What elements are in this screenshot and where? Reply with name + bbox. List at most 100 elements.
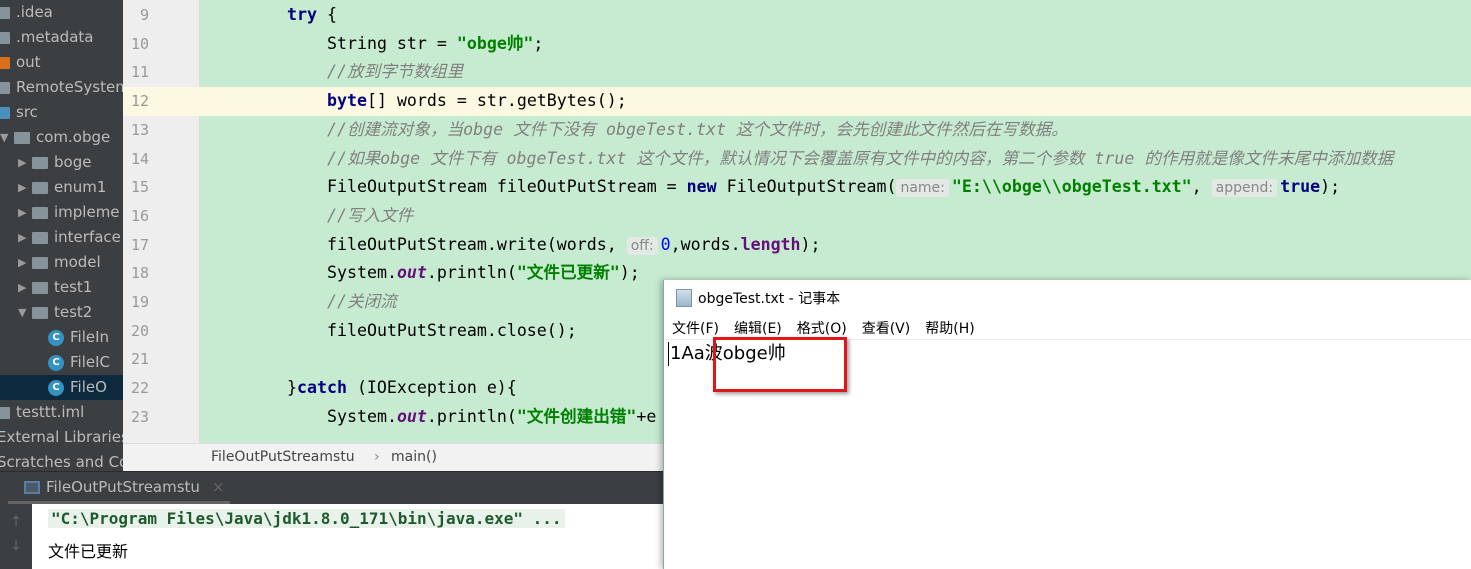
code-text: //如果obge 文件下有 obgeTest.txt 这个文件，默认情况下会覆盖… <box>327 145 1393 174</box>
collapse-arrow-icon[interactable]: ▶ <box>18 275 32 300</box>
tree-item[interactable]: testtt.iml <box>0 400 84 425</box>
collapse-arrow-icon[interactable]: ▶ <box>18 150 32 175</box>
code-token: ); <box>1320 177 1341 197</box>
notepad-title-bar: obgeTest.txt - 记事本 <box>676 288 840 308</box>
tree-item[interactable]: ▼ com.obge <box>0 125 110 150</box>
tree-item[interactable]: ▶ model <box>18 250 101 275</box>
tree-item-label: testtt.iml <box>16 403 85 421</box>
code-token: ); <box>619 263 640 283</box>
collapse-arrow-icon[interactable]: ▶ <box>18 250 32 275</box>
folder-icon <box>0 6 10 19</box>
collapse-arrow-icon[interactable]: ▶ <box>18 200 32 225</box>
code-text: fileOutPutStream.close(); <box>327 317 577 346</box>
code-token: fileOutPutStream.write(words, <box>327 234 627 254</box>
code-text: byte[] words = str.getBytes(); <box>327 87 627 116</box>
tree-item[interactable]: C FileIn <box>48 325 109 350</box>
code-token: "文件已更新" <box>516 263 620 283</box>
tree-item[interactable]: .metadata <box>0 25 93 50</box>
code-token: //如果obge 文件下有 obgeTest.txt 这个文件，默认情况下会覆盖… <box>327 148 1394 168</box>
tree-item[interactable]: RemoteSystem <box>0 75 123 100</box>
tree-item[interactable]: ▶ test1 <box>18 275 92 300</box>
tree-item-label: FileIn <box>70 328 110 346</box>
code-token: "obge帅" <box>456 33 534 53</box>
notepad-menu-item[interactable]: 查看(V) <box>854 318 918 339</box>
breadcrumb-method[interactable]: main() <box>391 444 437 471</box>
tree-item[interactable]: ▶ interface <box>18 225 121 250</box>
tree-item[interactable]: ▶ boge <box>18 150 91 175</box>
code-token: //写入文件 <box>327 205 414 225</box>
tree-item[interactable]: ▶ impleme <box>18 200 120 225</box>
scroll-up-icon[interactable]: ↑ <box>0 514 32 530</box>
file-icon <box>0 406 10 419</box>
notepad-icon <box>676 289 692 307</box>
code-token: System. <box>327 406 397 426</box>
tree-item-label: External Libraries <box>0 428 123 446</box>
tree-item[interactable]: C FileO <box>0 375 123 400</box>
code-token: true <box>1280 177 1321 197</box>
code-token: try <box>287 5 317 24</box>
notepad-window[interactable]: obgeTest.txt - 记事本 文件(F) 编辑(E) 格式(O) 查看(V) 帮… <box>663 280 1471 569</box>
code-text: //关闭流 <box>327 288 397 317</box>
tree-item-label: .idea <box>16 3 53 21</box>
folder-icon <box>32 306 48 319</box>
code-line: 12 byte[] words = str.getBytes(); <box>123 87 1471 116</box>
code-line: 9 try { <box>123 1 1471 30</box>
tree-item[interactable]: out <box>0 50 41 75</box>
code-text: FileOutputStream fileOutPutStream = new … <box>327 173 1340 203</box>
folder-icon <box>14 131 30 144</box>
notepad-menu-item[interactable]: 格式(O) <box>789 318 854 339</box>
tree-item[interactable]: External Libraries <box>0 425 123 450</box>
console-command-line: "C:\Program Files\Java\jdk1.8.0_171\bin\… <box>48 509 565 528</box>
code-token: String str = <box>327 33 457 53</box>
code-line: 16 //写入文件 <box>123 202 1471 231</box>
collapse-arrow-icon[interactable]: ▶ <box>18 175 32 200</box>
console-icon <box>24 480 40 494</box>
run-tab[interactable]: FileOutPutStreamstu × <box>24 472 225 502</box>
line-number: 16 <box>130 206 149 225</box>
folder-icon <box>0 81 10 94</box>
line-number: 22 <box>130 379 149 398</box>
notepad-menu-item[interactable]: 帮助(H) <box>917 318 981 339</box>
tree-item[interactable]: C FileIC <box>48 350 110 375</box>
breadcrumb-separator: › <box>374 449 380 465</box>
tree-item-label: FileO <box>70 378 107 396</box>
notepad-menu-item[interactable]: 文件(F) <box>664 318 726 339</box>
console-output-line: 文件已更新 <box>48 542 129 561</box>
line-number: 19 <box>130 293 149 311</box>
code-token: "文件创建出错" <box>516 406 637 426</box>
folder-icon <box>32 281 48 294</box>
folder-icon <box>0 106 10 119</box>
breadcrumb-class[interactable]: FileOutPutStreamstu <box>211 444 355 471</box>
code-token: length <box>740 234 801 254</box>
folder-icon <box>0 31 10 44</box>
code-token: byte <box>327 91 367 111</box>
tree-item-label: RemoteSystem <box>16 78 123 96</box>
collapse-arrow-icon[interactable]: ▶ <box>18 225 32 250</box>
tree-item[interactable]: .idea <box>0 0 53 25</box>
code-token: //创建流对象，当obge 文件下没有 obgeTest.txt 这个文件时，会… <box>327 119 1068 139</box>
expand-arrow-icon[interactable]: ▼ <box>0 125 14 150</box>
tree-item-label: test2 <box>54 303 93 321</box>
scroll-down-icon[interactable]: ↓ <box>0 538 32 554</box>
code-line: 13 //创建流对象，当obge 文件下没有 obgeTest.txt 这个文件时… <box>123 116 1471 145</box>
tree-item-label: out <box>16 53 41 71</box>
tree-item-label: com.obge <box>36 128 111 146</box>
line-number: 13 <box>130 120 149 139</box>
tree-item[interactable]: src <box>0 100 38 125</box>
line-number: 17 <box>130 235 149 254</box>
code-token: } <box>287 378 297 398</box>
tree-item[interactable]: ▶ enum1 <box>18 175 106 200</box>
folder-icon <box>32 256 48 269</box>
parameter-hint: off: <box>626 236 658 255</box>
notepad-menu-item[interactable]: 编辑(E) <box>726 318 789 339</box>
code-line: 10 String str = "obge帅"; <box>123 30 1471 59</box>
expand-arrow-icon[interactable]: ▼ <box>18 300 32 325</box>
tree-item[interactable]: ▼ test2 <box>18 300 92 325</box>
code-token: //关闭流 <box>327 292 397 311</box>
code-token: ; <box>533 33 544 53</box>
line-number: 21 <box>130 350 149 369</box>
code-text: System.out.println("文件已更新"); <box>327 259 640 288</box>
line-number: 12 <box>130 92 149 111</box>
close-tab-icon[interactable]: × <box>212 471 225 504</box>
code-token: FileOutputStream( <box>716 177 897 197</box>
